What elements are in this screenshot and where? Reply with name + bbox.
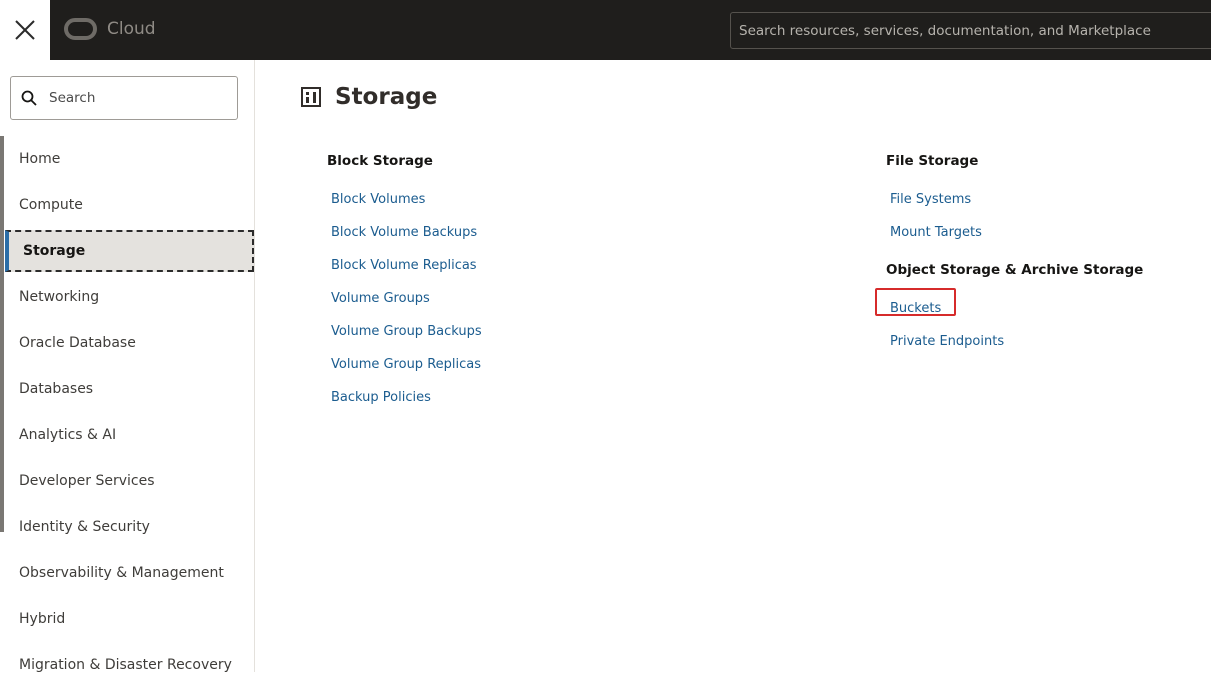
object-storage-links: Buckets Private Endpoints: [875, 288, 1143, 365]
sidebar-item-databases[interactable]: Databases: [0, 366, 254, 412]
storage-icon: [301, 87, 321, 107]
sidebar-item-oracle-database[interactable]: Oracle Database: [0, 320, 254, 366]
link-backup-policies[interactable]: Backup Policies: [331, 388, 431, 408]
link-block-volume-backups[interactable]: Block Volume Backups: [331, 223, 477, 243]
sidebar-nav: Home Compute Storage Networking Oracle D…: [0, 136, 254, 688]
search-icon: [21, 90, 37, 106]
sidebar-search[interactable]: [10, 76, 238, 120]
link-buckets[interactable]: Buckets: [890, 299, 941, 319]
sidebar-item-compute[interactable]: Compute: [0, 182, 254, 228]
main-content: Storage Block Storage Block Volumes Bloc…: [256, 60, 1211, 672]
close-icon: [15, 20, 35, 40]
block-storage-links: Block Volumes Block Volume Backups Block…: [327, 190, 482, 421]
sidebar-item-observability-management[interactable]: Observability & Management: [0, 550, 254, 596]
block-storage-heading: Block Storage: [327, 153, 433, 169]
page-title: Storage: [301, 84, 437, 110]
block-storage-section: Block Storage Block Volumes Block Volume…: [327, 150, 482, 421]
sidebar-item-hybrid[interactable]: Hybrid: [0, 596, 254, 642]
file-storage-heading: File Storage: [886, 153, 979, 169]
sidebar-item-storage[interactable]: Storage: [5, 230, 254, 272]
sidebar-item-analytics-ai[interactable]: Analytics & AI: [0, 412, 254, 458]
link-block-volumes[interactable]: Block Volumes: [331, 190, 425, 210]
sidebar-item-identity-security[interactable]: Identity & Security: [0, 504, 254, 550]
sidebar-item-networking[interactable]: Networking: [0, 274, 254, 320]
oracle-logo-icon: [64, 18, 97, 40]
file-storage-links: File Systems Mount Targets: [886, 190, 1143, 251]
global-search-input[interactable]: [730, 12, 1211, 49]
top-bar: Cloud: [0, 0, 1211, 60]
oracle-cloud-logo[interactable]: Cloud: [64, 18, 156, 40]
sidebar: Home Compute Storage Networking Oracle D…: [0, 60, 255, 673]
sidebar-item-migration-disaster-recovery[interactable]: Migration & Disaster Recovery: [0, 642, 254, 688]
link-mount-targets[interactable]: Mount Targets: [890, 223, 982, 243]
link-private-endpoints[interactable]: Private Endpoints: [890, 332, 1004, 352]
brand-text: Cloud: [107, 19, 156, 39]
link-volume-groups[interactable]: Volume Groups: [331, 289, 430, 309]
link-file-systems[interactable]: File Systems: [890, 190, 971, 210]
page-title-text: Storage: [335, 84, 438, 110]
buckets-highlight-wrapper: Buckets: [875, 288, 956, 319]
link-block-volume-replicas[interactable]: Block Volume Replicas: [331, 256, 477, 276]
link-volume-group-replicas[interactable]: Volume Group Replicas: [331, 355, 481, 375]
object-storage-heading: Object Storage & Archive Storage: [886, 262, 1144, 278]
close-menu-button[interactable]: [0, 0, 50, 60]
sidebar-search-input[interactable]: [49, 90, 209, 106]
file-object-storage-section: File Storage File Systems Mount Targets …: [875, 150, 1144, 365]
link-volume-group-backups[interactable]: Volume Group Backups: [331, 322, 482, 342]
sidebar-item-home[interactable]: Home: [0, 136, 254, 182]
sidebar-item-developer-services[interactable]: Developer Services: [0, 458, 254, 504]
